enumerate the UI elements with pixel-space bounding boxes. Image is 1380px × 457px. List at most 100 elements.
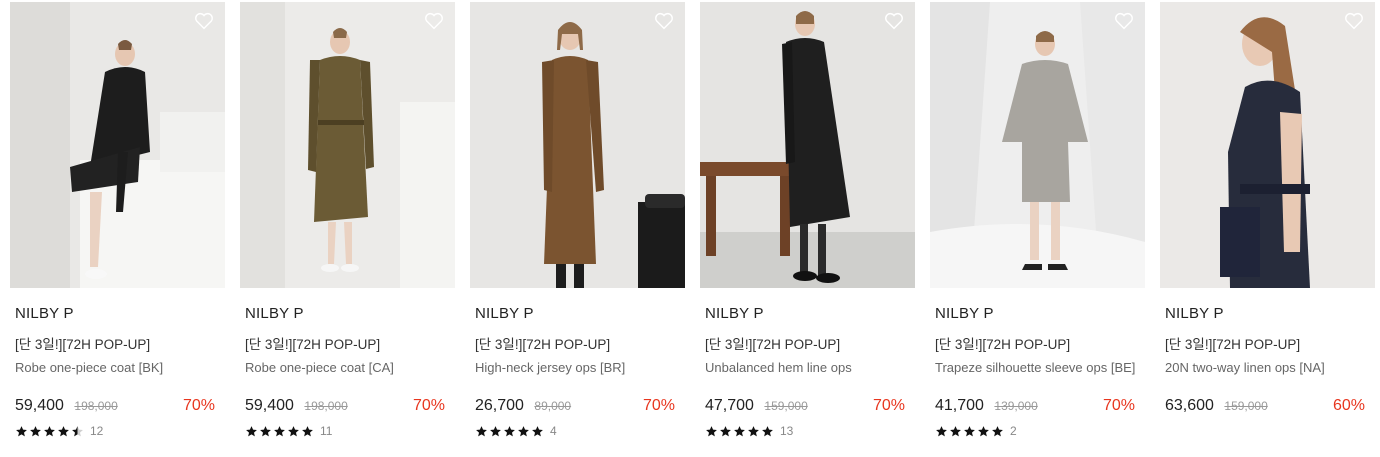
review-count: 4 — [550, 424, 557, 438]
discount-rate: 70% — [412, 397, 445, 414]
brand-name[interactable]: NILBY P — [245, 305, 450, 323]
heart-outline-icon[interactable] — [883, 10, 905, 32]
star-icon — [978, 425, 989, 436]
review-count: 12 — [90, 424, 104, 438]
star-icon — [274, 425, 285, 436]
sale-price: 59,400 — [245, 397, 294, 414]
star-icon — [518, 425, 529, 436]
promo-tag: [단 3일!][72H POP-UP] — [935, 337, 1071, 352]
product-name[interactable]: Unbalanced hem line ops — [705, 360, 910, 394]
review-count: 13 — [780, 424, 794, 438]
product-card[interactable]: NILBY P [단 3일!][72H POP-UP] Robe one-pie… — [240, 2, 455, 457]
promo-tag: [단 3일!][72H POP-UP] — [245, 337, 381, 352]
star-icon — [58, 425, 69, 436]
heart-outline-icon[interactable] — [1343, 10, 1365, 32]
brand-name[interactable]: NILBY P — [935, 305, 1140, 323]
original-price: 198,000 — [304, 399, 348, 413]
rating-row: 2 — [935, 423, 1140, 439]
star-icon — [260, 425, 271, 436]
discount-rate: 70% — [642, 397, 675, 414]
rating-row: 12 — [15, 423, 220, 439]
star-icon — [964, 425, 975, 436]
price-row: 26,700 89,000 70% — [475, 397, 680, 419]
heart-outline-icon[interactable] — [193, 10, 215, 32]
star-icon — [706, 425, 717, 436]
star-icon — [246, 425, 257, 436]
product-name[interactable]: Robe one-piece coat [CA] — [245, 360, 450, 394]
brand-name[interactable]: NILBY P — [1165, 305, 1370, 323]
product-name[interactable]: 20N two-way linen ops [NA] — [1165, 360, 1370, 394]
product-image[interactable] — [1160, 2, 1375, 288]
star-icon — [476, 425, 487, 436]
discount-rate: 70% — [872, 397, 905, 414]
star-icon — [288, 425, 299, 436]
original-price: 159,000 — [1224, 399, 1268, 413]
sale-price: 59,400 — [15, 397, 64, 414]
original-price: 89,000 — [534, 399, 572, 413]
star-icon — [72, 425, 83, 436]
star-icon — [532, 425, 543, 436]
price-row: 41,700 139,000 70% — [935, 397, 1140, 419]
star-icon — [734, 425, 745, 436]
product-name[interactable]: Trapeze silhouette sleeve ops [BE] — [935, 360, 1140, 394]
star-icon — [992, 425, 1003, 436]
brand-name[interactable]: NILBY P — [475, 305, 680, 323]
original-price: 139,000 — [994, 399, 1038, 413]
star-rating — [475, 425, 544, 438]
sale-price: 63,600 — [1165, 397, 1214, 414]
discount-rate: 70% — [182, 397, 215, 414]
star-rating — [15, 425, 84, 438]
rating-row: 13 — [705, 423, 910, 439]
price-row: 59,400 198,000 70% — [245, 397, 450, 419]
product-image[interactable] — [930, 2, 1145, 288]
review-count: 2 — [1010, 424, 1017, 438]
star-icon — [490, 425, 501, 436]
product-name[interactable]: Robe one-piece coat [BK] — [15, 360, 220, 394]
star-icon — [936, 425, 947, 436]
product-card[interactable]: NILBY P [단 3일!][72H POP-UP] 20N two-way … — [1160, 2, 1375, 457]
product-card[interactable]: NILBY P [단 3일!][72H POP-UP] Unbalanced h… — [700, 2, 915, 457]
product-name[interactable]: High-neck jersey ops [BR] — [475, 360, 680, 394]
promo-tag: [단 3일!][72H POP-UP] — [475, 337, 611, 352]
star-icon — [950, 425, 961, 436]
heart-outline-icon[interactable] — [1113, 10, 1135, 32]
star-icon — [504, 425, 515, 436]
brand-name[interactable]: NILBY P — [705, 305, 910, 323]
product-image[interactable] — [10, 2, 225, 288]
rating-row: 11 — [245, 423, 450, 439]
rating-row: 4 — [475, 423, 680, 439]
star-rating — [245, 425, 314, 438]
star-rating — [935, 425, 1004, 438]
star-icon — [720, 425, 731, 436]
promo-tag: [단 3일!][72H POP-UP] — [1165, 337, 1301, 352]
price-row: 63,600 159,000 60% — [1165, 397, 1370, 419]
heart-outline-icon[interactable] — [423, 10, 445, 32]
sale-price: 41,700 — [935, 397, 984, 414]
price-row: 59,400 198,000 70% — [15, 397, 220, 419]
product-image[interactable] — [700, 2, 915, 288]
sale-price: 26,700 — [475, 397, 524, 414]
star-icon — [16, 425, 27, 436]
product-card[interactable]: NILBY P [단 3일!][72H POP-UP] High-neck je… — [470, 2, 685, 457]
star-icon — [748, 425, 759, 436]
discount-rate: 70% — [1102, 397, 1135, 414]
promo-tag: [단 3일!][72H POP-UP] — [15, 337, 151, 352]
star-rating — [705, 425, 774, 438]
product-image[interactable] — [470, 2, 685, 288]
product-card[interactable]: NILBY P [단 3일!][72H POP-UP] Trapeze silh… — [930, 2, 1145, 457]
star-icon — [44, 425, 55, 436]
discount-rate: 60% — [1332, 397, 1365, 414]
product-image[interactable] — [240, 2, 455, 288]
review-count: 11 — [320, 424, 333, 438]
original-price: 159,000 — [764, 399, 808, 413]
product-grid: NILBY P [단 3일!][72H POP-UP] Robe one-pie… — [0, 0, 1380, 457]
promo-tag: [단 3일!][72H POP-UP] — [705, 337, 841, 352]
product-card[interactable]: NILBY P [단 3일!][72H POP-UP] Robe one-pie… — [10, 2, 225, 457]
star-icon — [30, 425, 41, 436]
star-icon — [762, 425, 773, 436]
original-price: 198,000 — [74, 399, 118, 413]
brand-name[interactable]: NILBY P — [15, 305, 220, 323]
sale-price: 47,700 — [705, 397, 754, 414]
price-row: 47,700 159,000 70% — [705, 397, 910, 419]
heart-outline-icon[interactable] — [653, 10, 675, 32]
